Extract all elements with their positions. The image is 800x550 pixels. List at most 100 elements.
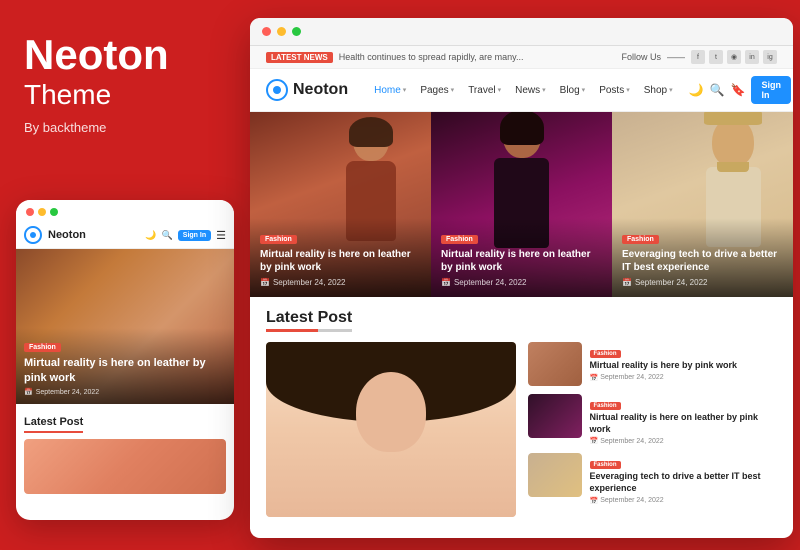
mobile-logo-circle [24, 226, 42, 244]
hero-card-1-overlay: Fashion Mirtual reality is here on leath… [250, 218, 431, 297]
mobile-latest-title: Latest Post [24, 416, 83, 433]
site-topbar: LATEST NEWS Health continues to spread r… [250, 46, 793, 69]
browser-dot-red [262, 27, 271, 36]
site-navbar: Neoton Home▾ Pages▾ Travel▾ News▾ Blog▾ … [250, 69, 793, 112]
hero-section: Fashion Mirtual reality is here on leath… [250, 112, 793, 297]
mobile-dots [16, 200, 234, 222]
browser-dot-green [292, 27, 301, 36]
latest-main-image[interactable] [266, 342, 516, 517]
hero-card-2[interactable]: Fashion Nirtual reality is here on leath… [431, 112, 612, 297]
mobile-hero-date: 📅 September 24, 2022 [24, 388, 226, 396]
rss-icon[interactable]: ◉ [727, 50, 741, 64]
mobile-mockup: Neoton 🌙 🔍 Sign In ☰ Fashion Mirtual rea… [16, 200, 234, 520]
sign-in-button[interactable]: Sign In [751, 76, 791, 104]
bookmark-icon[interactable]: 🔖 [731, 83, 746, 97]
side-post-1[interactable]: Fashion Mirtual reality is here by pink … [528, 342, 778, 386]
side-title-3: Eeveraging tech to drive a better IT bes… [590, 471, 778, 494]
mobile-dot-green [50, 208, 58, 216]
side-title-1: Mirtual reality is here by pink work [590, 360, 778, 372]
site-logo: Neoton [266, 79, 348, 101]
latest-section: Latest Post Fashion Mirtual reality is h… [250, 297, 793, 529]
side-badge-2: Fashion [590, 402, 621, 410]
social-icons: f t ◉ in ig [691, 50, 777, 64]
side-posts: Fashion Mirtual reality is here by pink … [528, 342, 778, 517]
side-post-2[interactable]: Fashion Nirtual reality is here on leath… [528, 394, 778, 445]
divider: —— [667, 52, 685, 62]
side-post-img-3 [528, 453, 582, 497]
browser-mockup: LATEST NEWS Health continues to spread r… [250, 18, 793, 538]
topbar-follow: Follow Us —— f t ◉ in ig [621, 50, 777, 64]
cal-icon: 📅 [590, 497, 599, 505]
mobile-hero: Fashion Mirtual reality is here on leath… [16, 249, 234, 404]
mobile-sign-btn[interactable]: Sign In [178, 230, 211, 241]
hero-badge-3: Fashion [622, 235, 659, 244]
nav-item-posts[interactable]: Posts▾ [593, 82, 636, 99]
latest-title: Latest Post [266, 309, 352, 332]
hero-date-1: 📅 September 24, 2022 [260, 278, 421, 287]
side-post-img-1 [528, 342, 582, 386]
linkedin-icon[interactable]: in [745, 50, 759, 64]
side-post-content-2: Fashion Nirtual reality is here on leath… [590, 394, 778, 445]
mobile-nav: Neoton 🌙 🔍 Sign In ☰ [16, 222, 234, 249]
moon-icon: 🌙 [145, 230, 156, 241]
nav-actions: 🌙 🔍 🔖 Sign In [689, 76, 791, 104]
calendar-icon: 📅 [260, 278, 270, 287]
hero-title-3: Eeveraging tech to drive a better IT bes… [622, 248, 783, 274]
nav-item-home[interactable]: Home▾ [368, 82, 412, 99]
side-post-content-3: Fashion Eeveraging tech to drive a bette… [590, 453, 778, 504]
mobile-nav-icons: 🌙 🔍 Sign In ☰ [145, 229, 226, 242]
site-logo-text: Neoton [293, 81, 348, 99]
latest-news-label: LATEST NEWS [266, 52, 333, 63]
side-badge-1: Fashion [590, 350, 621, 358]
side-post-3[interactable]: Fashion Eeveraging tech to drive a bette… [528, 453, 778, 504]
hero-card-3[interactable]: Fashion Eeveraging tech to drive a bette… [612, 112, 793, 297]
left-panel: Neoton Theme By backtheme Neoton 🌙 🔍 Sig… [0, 0, 248, 550]
news-text: Health continues to spread rapidly, are … [339, 52, 524, 62]
hero-badge-2: Fashion [441, 235, 478, 244]
mobile-dot-red [26, 208, 34, 216]
search-icon: 🔍 [162, 230, 173, 241]
latest-header: Latest Post [266, 309, 777, 332]
mobile-dot-yellow [38, 208, 46, 216]
side-title-2: Nirtual reality is here on leather by pi… [590, 412, 778, 435]
side-date-1: 📅 September 24, 2022 [590, 374, 778, 382]
brand-name: Neoton Theme [24, 32, 224, 112]
mobile-logo-dot [30, 232, 36, 238]
instagram-icon[interactable]: ig [763, 50, 777, 64]
calendar-icon: 📅 [622, 278, 632, 287]
brand-by: By backtheme [24, 120, 224, 135]
nav-item-news[interactable]: News▾ [509, 82, 552, 99]
side-post-content-1: Fashion Mirtual reality is here by pink … [590, 342, 778, 382]
browser-dot-yellow [277, 27, 286, 36]
logo-dot [273, 86, 281, 94]
menu-icon: ☰ [216, 229, 226, 242]
hero-title-2: Nirtual reality is here on leather by pi… [441, 248, 602, 274]
hero-date-2: 📅 September 24, 2022 [441, 278, 602, 287]
hero-card-3-overlay: Fashion Eeveraging tech to drive a bette… [612, 218, 793, 297]
mobile-latest-img [24, 439, 226, 494]
hero-card-2-overlay: Fashion Nirtual reality is here on leath… [431, 218, 612, 297]
mobile-latest-section: Latest Post [16, 404, 234, 502]
logo-circle [266, 79, 288, 101]
hero-title-1: Mirtual reality is here on leather by pi… [260, 248, 421, 274]
calendar-icon: 📅 [24, 388, 33, 396]
twitter-icon[interactable]: t [709, 50, 723, 64]
facebook-icon[interactable]: f [691, 50, 705, 64]
nav-items: Home▾ Pages▾ Travel▾ News▾ Blog▾ Posts▾ … [368, 82, 678, 99]
cal-icon: 📅 [590, 437, 599, 445]
hero-card-1[interactable]: Fashion Mirtual reality is here on leath… [250, 112, 431, 297]
mobile-hero-overlay: Fashion Mirtual reality is here on leath… [16, 328, 234, 404]
nav-item-shop[interactable]: Shop▾ [638, 82, 679, 99]
nav-item-blog[interactable]: Blog▾ [554, 82, 592, 99]
nav-item-pages[interactable]: Pages▾ [414, 82, 460, 99]
mobile-hero-badge: Fashion [24, 343, 61, 352]
hero-date-3: 📅 September 24, 2022 [622, 278, 783, 287]
latest-grid: Fashion Mirtual reality is here by pink … [266, 342, 777, 517]
hero-badge-1: Fashion [260, 235, 297, 244]
cal-icon: 📅 [590, 374, 599, 382]
side-badge-3: Fashion [590, 461, 621, 469]
moon-icon[interactable]: 🌙 [689, 83, 704, 97]
browser-chrome [250, 18, 793, 46]
search-icon[interactable]: 🔍 [710, 83, 725, 97]
nav-item-travel[interactable]: Travel▾ [462, 82, 507, 99]
